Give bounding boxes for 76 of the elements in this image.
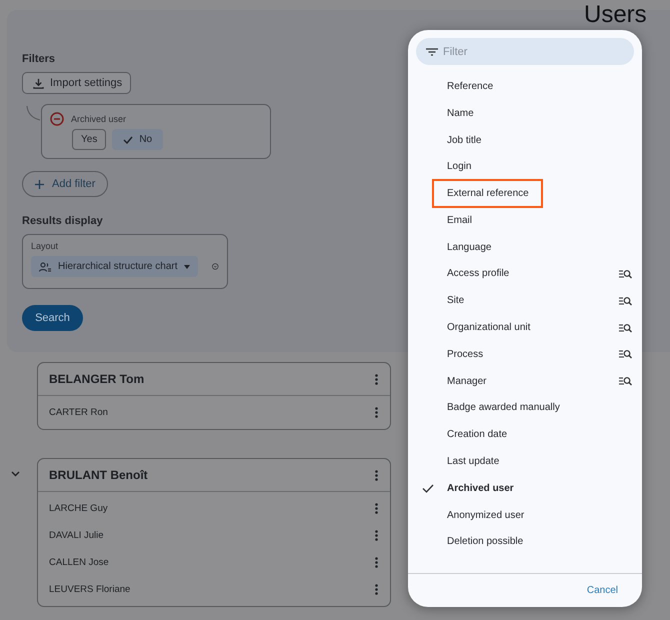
list-search-icon <box>619 268 632 279</box>
menu-item[interactable]: Language <box>408 234 642 261</box>
remove-icon[interactable] <box>50 112 64 126</box>
menu-item[interactable]: Job title <box>408 126 642 154</box>
item-label: External reference <box>432 179 543 208</box>
filter-label: Archived user <box>71 114 126 124</box>
plus-icon <box>35 180 44 188</box>
list-search-icon <box>619 376 632 386</box>
menu-item[interactable]: Last update <box>408 448 642 475</box>
more-icon[interactable] <box>375 530 378 541</box>
member-name: CARTER Ron <box>49 407 108 418</box>
item-label: Process <box>446 348 484 362</box>
member-name: DAVALI Julie <box>49 530 104 541</box>
more-icon[interactable] <box>375 374 378 384</box>
item-label: Name <box>446 106 475 121</box>
menu-item[interactable]: External reference <box>408 180 642 207</box>
item-label: Access profile <box>446 267 510 282</box>
list-search-icon <box>619 349 632 360</box>
list-search-icon <box>619 296 632 306</box>
menu-item[interactable]: Badge awarded manually <box>408 394 642 422</box>
more-icon[interactable] <box>375 470 378 480</box>
menu-item[interactable]: Site <box>408 287 642 314</box>
option-chip[interactable]: No <box>112 129 164 150</box>
people-icon <box>39 262 51 272</box>
item-label: Manager <box>446 374 488 389</box>
list-search-icon <box>619 322 632 333</box>
menu-item[interactable]: Process <box>408 340 642 368</box>
more-icon[interactable] <box>375 407 378 418</box>
filters-heading: Filters <box>22 53 56 65</box>
more-icon[interactable] <box>375 584 378 595</box>
item-label: Deletion possible <box>446 535 524 550</box>
import-settings-button[interactable]: Import settings <box>22 72 132 94</box>
results-heading: Results display <box>22 215 103 227</box>
member-name: LARCHE Guy <box>49 503 108 514</box>
menu-item[interactable]: Manager <box>408 368 642 395</box>
menu-item[interactable]: Email <box>408 206 642 234</box>
item-label: Email <box>446 214 474 228</box>
manager-name: BELANGER Tom <box>49 372 144 386</box>
chevron-icon[interactable] <box>11 471 20 477</box>
member-name: LEUVERS Floriane <box>49 584 130 595</box>
check-icon <box>123 136 134 144</box>
search-button[interactable]: Search <box>22 305 83 331</box>
option-chip[interactable]: Yes <box>72 129 106 150</box>
menu-item[interactable]: Anonymized user <box>408 502 642 529</box>
menu-item[interactable]: Name <box>408 100 642 127</box>
page-title: Users <box>584 3 647 27</box>
menu-item[interactable]: Login <box>408 153 642 180</box>
item-label: Creation date <box>446 428 508 442</box>
menu-item[interactable]: Organizational unit <box>408 314 642 341</box>
filter-field[interactable]: Filter <box>416 38 634 65</box>
item-label: Login <box>446 160 472 174</box>
more-icon[interactable] <box>375 503 378 514</box>
filter-icon <box>426 48 438 56</box>
item-label: Site <box>446 294 466 308</box>
caret-icon <box>184 264 190 268</box>
item-label: Anonymized user <box>446 508 526 523</box>
menu-item[interactable]: Reference <box>408 73 642 100</box>
menu-item[interactable]: Deletion possible <box>408 528 642 556</box>
item-label: Organizational unit <box>446 321 532 336</box>
member-name: CALLEN Jose <box>49 557 109 568</box>
item-label: Job title <box>446 134 482 148</box>
menu-item[interactable]: Access profile <box>408 260 642 288</box>
item-label: Archived user <box>446 482 515 496</box>
item-label: Reference <box>446 80 494 94</box>
item-label: Badge awarded manually <box>446 401 561 416</box>
layout-dropdown[interactable]: Hierarchical structure chart <box>31 256 198 277</box>
menu-item[interactable]: Archived user <box>408 474 642 502</box>
item-label: Last update <box>446 455 500 470</box>
item-label: Language <box>446 240 492 255</box>
manager-name: BRULANT Benoît <box>49 468 148 482</box>
layout-label: Layout <box>31 241 60 251</box>
download-icon <box>33 78 44 88</box>
check-icon <box>422 484 434 493</box>
cancel-button[interactable]: Cancel <box>582 580 622 600</box>
menu-item[interactable]: Creation date <box>408 421 642 448</box>
more-icon[interactable] <box>375 557 378 568</box>
